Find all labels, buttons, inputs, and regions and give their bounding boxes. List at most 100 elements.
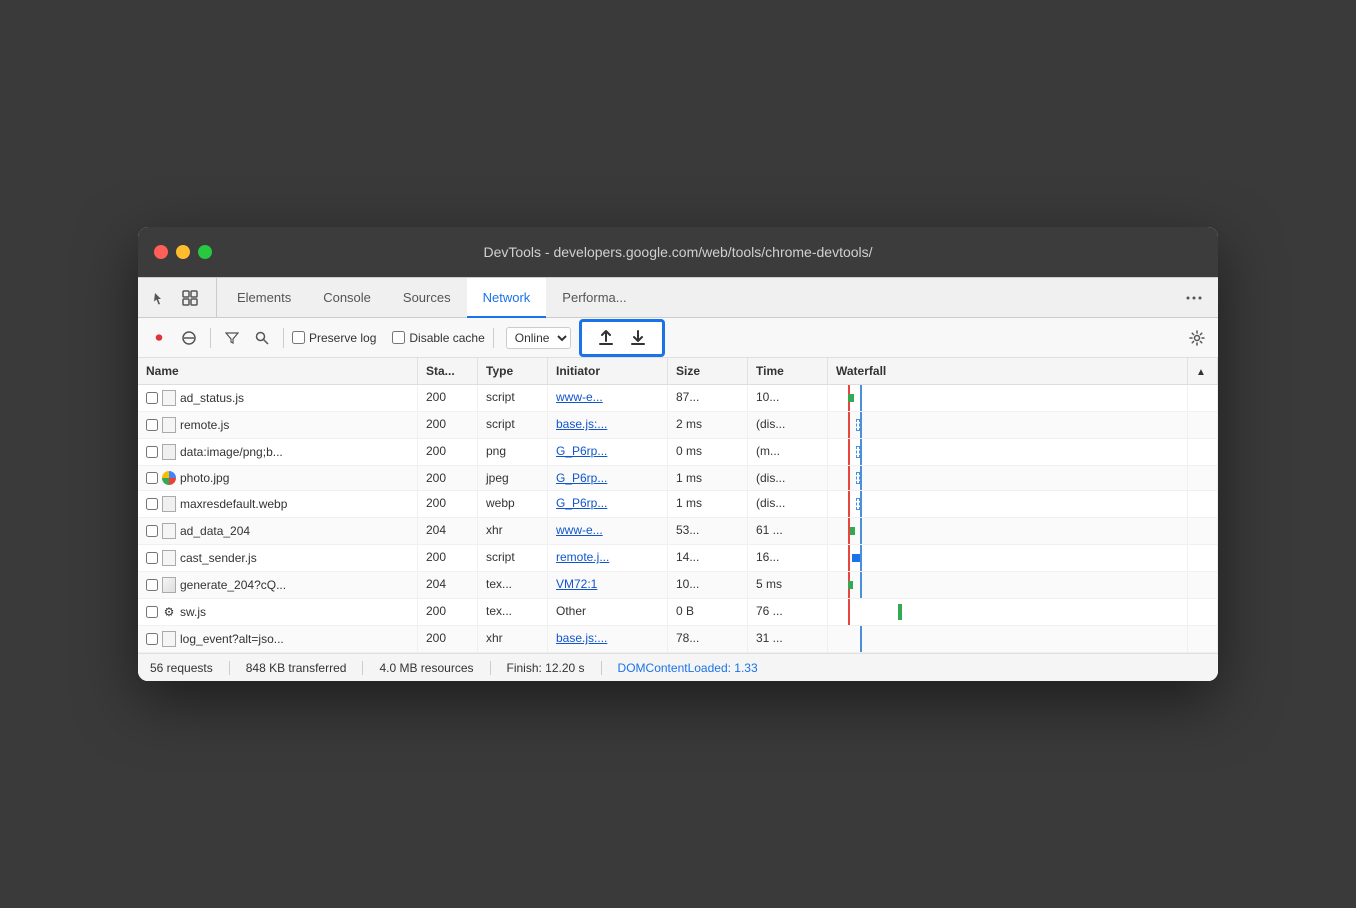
row-type: script bbox=[478, 545, 548, 571]
clear-button[interactable] bbox=[176, 325, 202, 351]
table-row[interactable]: ⚙ sw.js 200 tex... Other 0 B 76 ... bbox=[138, 599, 1218, 626]
col-header-size[interactable]: Size bbox=[668, 358, 748, 384]
table-row[interactable]: remote.js 200 script base.js:... 2 ms (d… bbox=[138, 412, 1218, 439]
row-type: png bbox=[478, 439, 548, 465]
row-initiator[interactable]: base.js:... bbox=[548, 626, 668, 652]
row-name: ad_status.js bbox=[138, 385, 418, 411]
row-time: 16... bbox=[748, 545, 828, 571]
row-time: (dis... bbox=[748, 412, 828, 438]
inspect-icon[interactable] bbox=[176, 284, 204, 312]
table-row[interactable]: photo.jpg 200 jpeg G_P6rp... 1 ms (dis..… bbox=[138, 466, 1218, 491]
tab-performance[interactable]: Performa... bbox=[546, 278, 642, 318]
row-name: ad_data_204 bbox=[138, 518, 418, 544]
cursor-icon[interactable] bbox=[146, 284, 174, 312]
row-time: 10... bbox=[748, 385, 828, 411]
traffic-lights bbox=[154, 245, 212, 259]
tab-console[interactable]: Console bbox=[307, 278, 387, 318]
search-button[interactable] bbox=[249, 325, 275, 351]
file-icon bbox=[162, 496, 176, 512]
row-time: 5 ms bbox=[748, 572, 828, 598]
row-checkbox[interactable] bbox=[146, 446, 158, 458]
maximize-button[interactable] bbox=[198, 245, 212, 259]
col-header-time[interactable]: Time bbox=[748, 358, 828, 384]
row-extra bbox=[1188, 626, 1218, 652]
table-body: ad_status.js 200 script www-e... 87... 1… bbox=[138, 385, 1218, 653]
disable-cache-checkbox[interactable] bbox=[392, 331, 405, 344]
row-size: 1 ms bbox=[668, 466, 748, 490]
col-header-type[interactable]: Type bbox=[478, 358, 548, 384]
row-waterfall bbox=[828, 412, 1188, 438]
row-checkbox[interactable] bbox=[146, 419, 158, 431]
preserve-log-checkbox[interactable] bbox=[292, 331, 305, 344]
row-type: script bbox=[478, 412, 548, 438]
row-type: xhr bbox=[478, 626, 548, 652]
row-status: 200 bbox=[418, 491, 478, 517]
download-button[interactable] bbox=[624, 324, 652, 352]
col-header-sort[interactable] bbox=[1188, 358, 1218, 384]
gear-file-icon: ⚙ bbox=[162, 604, 176, 620]
row-initiator[interactable]: base.js:... bbox=[548, 412, 668, 438]
table-row[interactable]: cast_sender.js 200 script remote.j... 14… bbox=[138, 545, 1218, 572]
upload-button[interactable] bbox=[592, 324, 620, 352]
row-checkbox[interactable] bbox=[146, 525, 158, 537]
row-size: 2 ms bbox=[668, 412, 748, 438]
col-header-waterfall[interactable]: Waterfall bbox=[828, 358, 1188, 384]
table-row[interactable]: generate_204?cQ... 204 tex... VM72:1 10.… bbox=[138, 572, 1218, 599]
row-checkbox[interactable] bbox=[146, 472, 158, 484]
settings-button[interactable] bbox=[1184, 325, 1210, 351]
throttling-select[interactable]: Online bbox=[506, 327, 571, 349]
row-checkbox[interactable] bbox=[146, 633, 158, 645]
col-header-initiator[interactable]: Initiator bbox=[548, 358, 668, 384]
row-initiator[interactable]: www-e... bbox=[548, 385, 668, 411]
table-row[interactable]: log_event?alt=jso... 200 xhr base.js:...… bbox=[138, 626, 1218, 653]
row-status: 200 bbox=[418, 466, 478, 490]
row-checkbox[interactable] bbox=[146, 606, 158, 618]
row-status: 200 bbox=[418, 599, 478, 625]
row-extra bbox=[1188, 385, 1218, 411]
more-tabs-button[interactable] bbox=[1178, 278, 1210, 317]
table-row[interactable]: ad_status.js 200 script www-e... 87... 1… bbox=[138, 385, 1218, 412]
row-initiator[interactable]: remote.j... bbox=[548, 545, 668, 571]
row-checkbox[interactable] bbox=[146, 498, 158, 510]
devtools-window: DevTools - developers.google.com/web/too… bbox=[138, 227, 1218, 681]
row-time: 76 ... bbox=[748, 599, 828, 625]
tab-sources[interactable]: Sources bbox=[387, 278, 467, 318]
col-header-name[interactable]: Name bbox=[138, 358, 418, 384]
row-checkbox[interactable] bbox=[146, 392, 158, 404]
row-status: 200 bbox=[418, 385, 478, 411]
row-initiator[interactable]: VM72:1 bbox=[548, 572, 668, 598]
row-waterfall bbox=[828, 439, 1188, 465]
row-checkbox[interactable] bbox=[146, 552, 158, 564]
tab-elements[interactable]: Elements bbox=[221, 278, 307, 318]
row-type: tex... bbox=[478, 599, 548, 625]
disable-cache-label[interactable]: Disable cache bbox=[392, 331, 484, 345]
preserve-log-label[interactable]: Preserve log bbox=[292, 331, 376, 345]
filter-button[interactable] bbox=[219, 325, 245, 351]
close-button[interactable] bbox=[154, 245, 168, 259]
table-row[interactable]: maxresdefault.webp 200 webp G_P6rp... 1 … bbox=[138, 491, 1218, 518]
row-waterfall bbox=[828, 626, 1188, 652]
row-name: photo.jpg bbox=[138, 466, 418, 490]
row-type: script bbox=[478, 385, 548, 411]
row-initiator[interactable]: G_P6rp... bbox=[548, 439, 668, 465]
row-initiator[interactable]: www-e... bbox=[548, 518, 668, 544]
row-time: (dis... bbox=[748, 491, 828, 517]
tab-network[interactable]: Network bbox=[467, 278, 547, 318]
minimize-button[interactable] bbox=[176, 245, 190, 259]
resources-size: 4.0 MB resources bbox=[379, 661, 490, 675]
record-button[interactable]: ⏺ bbox=[146, 325, 172, 351]
row-extra bbox=[1188, 518, 1218, 544]
row-size: 53... bbox=[668, 518, 748, 544]
row-checkbox[interactable] bbox=[146, 579, 158, 591]
table-row[interactable]: data:image/png;b... 200 png G_P6rp... 0 … bbox=[138, 439, 1218, 466]
table-header: Name Sta... Type Initiator Size Time Wat… bbox=[138, 358, 1218, 385]
table-row[interactable]: ad_data_204 204 xhr www-e... 53... 61 ..… bbox=[138, 518, 1218, 545]
col-header-status[interactable]: Sta... bbox=[418, 358, 478, 384]
row-initiator[interactable]: G_P6rp... bbox=[548, 466, 668, 490]
row-time: (m... bbox=[748, 439, 828, 465]
row-size: 87... bbox=[668, 385, 748, 411]
row-type: webp bbox=[478, 491, 548, 517]
row-waterfall bbox=[828, 466, 1188, 490]
domcontent-loaded: DOMContentLoaded: 1.33 bbox=[618, 661, 774, 675]
row-initiator[interactable]: G_P6rp... bbox=[548, 491, 668, 517]
